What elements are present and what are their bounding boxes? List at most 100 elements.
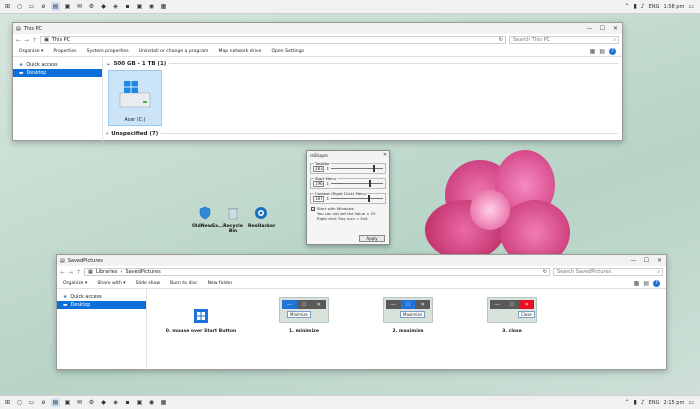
store-icon[interactable]: ▣	[63, 398, 72, 407]
open-settings-button[interactable]: Open Settings	[271, 49, 304, 54]
apply-button[interactable]: Apply	[359, 235, 385, 242]
spin-icon[interactable]: ⇕	[326, 196, 329, 201]
back-icon[interactable]: ←	[60, 269, 65, 276]
close-button[interactable]: ✕	[653, 255, 666, 266]
desktop-icon-oldnewexplorer[interactable]: OldNewEx...	[192, 206, 223, 229]
start-with-windows-checkbox[interactable]: ✓	[311, 206, 315, 212]
start-menu-slider[interactable]	[331, 180, 383, 187]
maximize-button[interactable]: ☐	[596, 23, 609, 34]
refresh-icon[interactable]: ↻	[543, 269, 549, 275]
app-icon[interactable]: ▪	[123, 398, 132, 407]
group-header[interactable]: › Unspecified (7)	[103, 129, 622, 138]
app-icon[interactable]: ◉	[147, 398, 156, 407]
slider-thumb[interactable]	[368, 180, 371, 187]
file-explorer-icon[interactable]: ▤	[51, 398, 60, 407]
organize-button[interactable]: Organize ▾	[63, 281, 87, 286]
network-icon[interactable]: ▮	[634, 3, 637, 10]
refresh-icon[interactable]: ↻	[499, 37, 505, 43]
search-input[interactable]: Search This PC ⌕	[509, 36, 619, 44]
task-view-icon[interactable]: ▭	[27, 398, 36, 407]
app-icon[interactable]: ◆	[99, 2, 108, 11]
spin-icon[interactable]: ⇕	[326, 166, 329, 171]
desktop-icon-recycle-bin[interactable]: Recycle Bin	[220, 206, 246, 234]
app-icon[interactable]: ▦	[159, 398, 168, 407]
forward-icon[interactable]: →	[68, 269, 73, 276]
tool-title-bar[interactable]: reShaper ✕	[307, 151, 389, 159]
search-icon[interactable]: ○	[15, 398, 24, 407]
help-icon[interactable]: ?	[609, 47, 616, 55]
view-icon[interactable]: ▦	[634, 280, 640, 287]
desktop-icon-reshacker[interactable]: ResHacker	[248, 206, 275, 229]
details-icon[interactable]: ▤	[643, 280, 649, 287]
edge-icon[interactable]: e	[39, 2, 48, 11]
context-menu-value-input[interactable]: 187	[313, 195, 324, 202]
volume-icon[interactable]: ♪	[641, 3, 645, 10]
search-input[interactable]: Search SavedPictures ⌕	[553, 268, 663, 276]
nav-desktop[interactable]: ▬ Desktop	[57, 301, 146, 309]
store-icon[interactable]: ▣	[63, 2, 72, 11]
address-segment[interactable]: SavedPictures	[125, 269, 160, 275]
nav-desktop[interactable]: ▬ Desktop	[13, 69, 102, 77]
title-bar[interactable]: ▤ SavedPictures — ☐ ✕	[57, 255, 666, 266]
chevron-up-icon[interactable]: ⌃	[624, 3, 629, 10]
up-icon[interactable]: ↑	[76, 269, 81, 276]
taskbar-value-input[interactable]: 283	[313, 165, 324, 172]
drive-item[interactable]: Acer (C:)	[108, 70, 162, 126]
taskbar-slider[interactable]	[331, 165, 383, 172]
app-icon[interactable]: ◈	[111, 398, 120, 407]
minimize-button[interactable]: —	[583, 23, 596, 34]
mail-icon[interactable]: ✉	[75, 2, 84, 11]
app-icon[interactable]: ▣	[135, 2, 144, 11]
clock[interactable]: 1:58 pm	[663, 4, 684, 10]
burn-to-disc-button[interactable]: Burn to disc	[170, 281, 197, 286]
address-bar[interactable]: ▣ This PC ↻	[40, 36, 506, 44]
notification-icon[interactable]: ▭	[688, 399, 694, 406]
properties-button[interactable]: Properties	[53, 49, 76, 54]
spin-icon[interactable]: ⇕	[326, 181, 329, 186]
clock[interactable]: 2:15 pm	[663, 400, 684, 406]
app-icon[interactable]: ▣	[135, 398, 144, 407]
view-icon[interactable]: ▦	[590, 48, 596, 55]
group-header[interactable]: ⌄ 500 GB - 1 TB (1)	[103, 59, 622, 68]
uninstall-button[interactable]: Uninstall or change a program	[139, 49, 209, 54]
close-button[interactable]: ✕	[381, 151, 389, 159]
slide-show-button[interactable]: Slide show	[136, 281, 161, 286]
slider-thumb[interactable]	[372, 165, 375, 172]
share-with-button[interactable]: Share with ▾	[97, 281, 125, 286]
minimize-button[interactable]: —	[627, 255, 640, 266]
help-icon[interactable]: ?	[653, 279, 660, 287]
close-button[interactable]: ✕	[609, 23, 622, 34]
app-icon[interactable]: ◆	[99, 398, 108, 407]
context-menu-slider[interactable]	[331, 195, 383, 202]
nav-quick-access[interactable]: ★ Quick access	[13, 61, 102, 69]
start-menu-value-input[interactable]: 196	[313, 180, 324, 187]
app-icon[interactable]: ▦	[159, 2, 168, 11]
language-indicator[interactable]: ENG	[649, 4, 660, 10]
slider-thumb[interactable]	[367, 195, 370, 202]
new-folder-button[interactable]: New folder	[208, 281, 233, 286]
language-indicator[interactable]: ENG	[649, 400, 660, 406]
organize-button[interactable]: Organize ▾	[19, 49, 43, 54]
settings-icon[interactable]: ⚙	[87, 398, 96, 407]
maximize-button[interactable]: ☐	[640, 255, 653, 266]
system-properties-button[interactable]: System properties	[87, 49, 129, 54]
edge-icon[interactable]: e	[39, 398, 48, 407]
app-icon[interactable]: ◉	[147, 2, 156, 11]
chevron-up-icon[interactable]: ⌃	[624, 399, 629, 406]
task-view-icon[interactable]: ▭	[27, 2, 36, 11]
address-segment[interactable]: Libraries	[96, 269, 118, 275]
volume-icon[interactable]: ♪	[641, 399, 645, 406]
settings-icon[interactable]: ⚙	[87, 2, 96, 11]
network-icon[interactable]: ▮	[634, 399, 637, 406]
details-icon[interactable]: ▤	[599, 48, 605, 55]
map-drive-button[interactable]: Map network drive	[219, 49, 262, 54]
back-icon[interactable]: ←	[16, 37, 21, 44]
nav-quick-access[interactable]: ★ Quick access	[57, 293, 146, 301]
title-bar[interactable]: ▤ This PC — ☐ ✕	[13, 23, 622, 34]
up-icon[interactable]: ↑	[32, 37, 37, 44]
file-explorer-icon[interactable]: ▤	[51, 2, 60, 11]
notification-icon[interactable]: ▭	[688, 3, 694, 10]
start-icon[interactable]: ⊞	[3, 2, 12, 11]
forward-icon[interactable]: →	[24, 37, 29, 44]
address-bar[interactable]: ▦ Libraries › SavedPictures ↻	[84, 268, 550, 276]
